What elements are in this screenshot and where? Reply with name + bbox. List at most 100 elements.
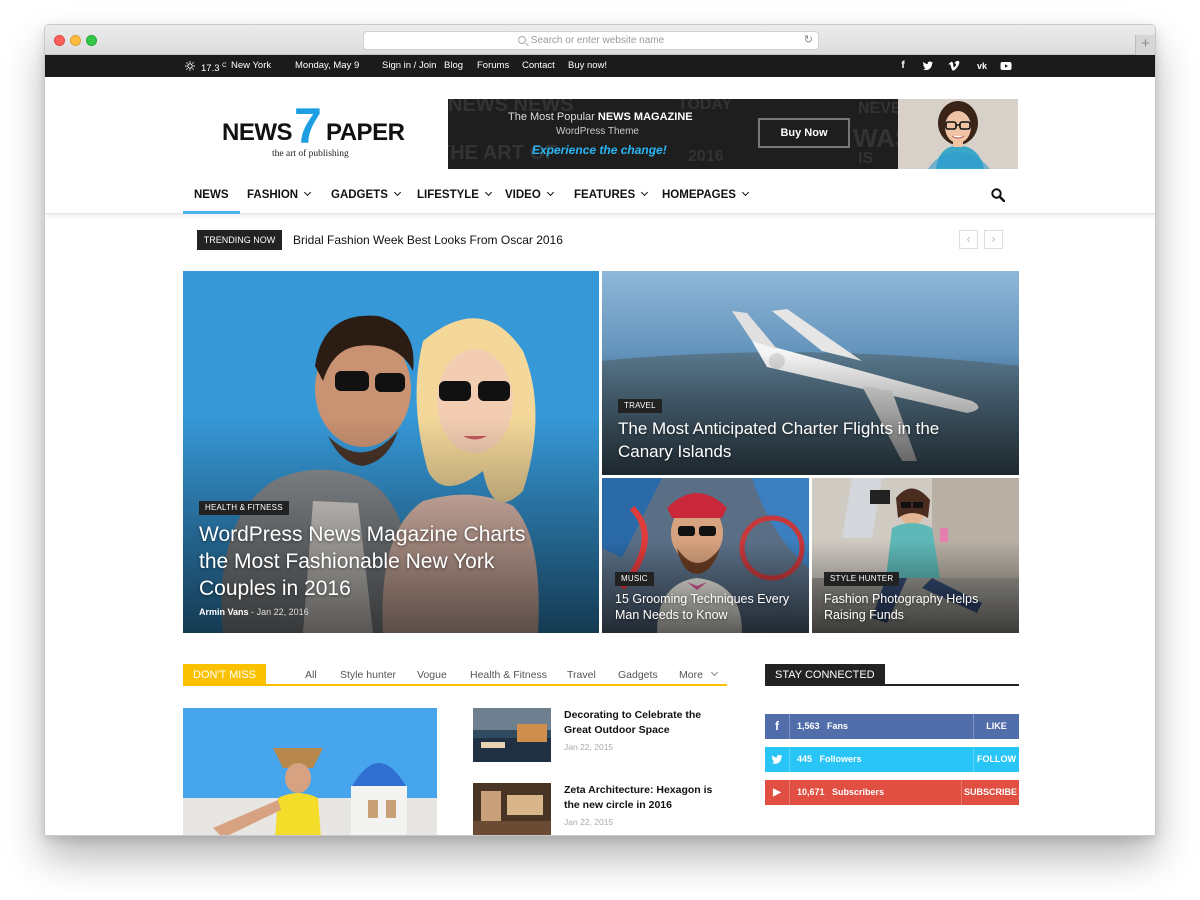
search-icon[interactable] — [991, 188, 1005, 202]
article-date: Jan 22, 2015 — [564, 817, 614, 827]
top-bar: 17.3 C New York Monday, May 9 Sign in / … — [45, 55, 1155, 77]
youtube-subscribers-row[interactable]: ▶ 10,671 Subscribers SUBSCRIBE — [765, 780, 1019, 805]
twitter-icon[interactable] — [922, 60, 934, 72]
site-header: NEWS 7 PAPER the art of publishing NEWS … — [45, 77, 1155, 177]
minimize-window-button[interactable] — [70, 35, 81, 46]
maximize-window-button[interactable] — [86, 35, 97, 46]
contact-link[interactable]: Contact — [522, 55, 555, 77]
featured-travel-tile[interactable]: TRAVEL The Most Anticipated Charter Flig… — [602, 271, 1019, 475]
dont-miss-header: DON'T MISS All Style hunter Vogue Health… — [183, 664, 727, 686]
nav-fashion[interactable]: FASHION — [247, 177, 312, 214]
chevron-down-icon — [484, 188, 493, 197]
chevron-down-icon — [393, 188, 401, 197]
tab-gadgets[interactable]: Gadgets — [618, 664, 658, 686]
twitter-count: 445 Followers — [797, 754, 862, 764]
tile-category[interactable]: MUSIC — [615, 572, 654, 586]
facebook-count: 1,563 Fans — [797, 721, 849, 731]
vimeo-icon[interactable] — [948, 60, 960, 72]
logo-number: 7 — [294, 98, 322, 154]
chevron-down-icon — [741, 188, 749, 197]
tile-title[interactable]: The Most Anticipated Charter Flights in … — [618, 417, 978, 463]
search-icon — [517, 36, 526, 44]
dont-miss-label: DON'T MISS — [183, 664, 267, 686]
nav-features[interactable]: FEATURES — [574, 177, 649, 214]
vk-icon[interactable]: vk — [974, 60, 990, 72]
tile-category[interactable]: TRAVEL — [618, 399, 662, 413]
tile-title[interactable]: WordPress News Magazine Charts the Most … — [199, 521, 559, 602]
youtube-icon: ▶ — [765, 780, 790, 805]
chevron-down-icon — [641, 188, 649, 197]
trending-title[interactable]: Bridal Fashion Week Best Looks From Osca… — [293, 230, 563, 250]
site-logo[interactable]: NEWS 7 PAPER the art of publishing — [222, 99, 412, 161]
tab-travel[interactable]: Travel — [567, 664, 596, 686]
tab-vogue[interactable]: Vogue — [417, 664, 447, 686]
youtube-count: 10,671 Subscribers — [797, 787, 885, 797]
stay-connected-label: STAY CONNECTED — [765, 664, 885, 686]
subscribe-button[interactable]: SUBSCRIBE — [961, 780, 1019, 805]
trending-bar: TRENDING NOW Bridal Fashion Week Best Lo… — [45, 214, 1155, 270]
outdoor-space-photo — [473, 708, 551, 762]
tile-meta: Armin Vans - Jan 22, 2016 — [199, 607, 309, 617]
tab-style-hunter[interactable]: Style hunter — [340, 664, 396, 686]
forums-link[interactable]: Forums — [477, 55, 509, 77]
article-thumbnail[interactable] — [473, 708, 551, 762]
trending-next-button[interactable]: › — [984, 230, 1003, 249]
nav-video[interactable]: VIDEO — [505, 177, 554, 214]
signin-link[interactable]: Sign in / Join — [382, 55, 436, 77]
article-date: Jan 22, 2015 — [564, 742, 614, 752]
featured-style-tile[interactable]: STYLE HUNTER Fashion Photography Helps R… — [812, 478, 1019, 633]
follow-button[interactable]: FOLLOW — [973, 747, 1019, 772]
trending-prev-button[interactable]: ‹ — [959, 230, 978, 249]
blog-link[interactable]: Blog — [444, 55, 463, 77]
like-button[interactable]: LIKE — [973, 714, 1019, 739]
twitter-followers-row[interactable]: 445 Followers FOLLOW — [765, 747, 1019, 772]
tab-more[interactable]: More — [679, 664, 718, 686]
chevron-down-icon — [710, 668, 718, 677]
tile-category[interactable]: HEALTH & FITNESS — [199, 501, 289, 515]
reload-icon[interactable]: ↻ — [804, 32, 813, 49]
tab-all[interactable]: All — [305, 664, 317, 686]
article-thumbnail[interactable] — [473, 783, 551, 835]
santorini-woman-photo — [183, 708, 437, 835]
logo-tagline: the art of publishing — [272, 149, 349, 159]
architecture-photo — [473, 783, 551, 835]
banner-subline: WordPress Theme — [556, 126, 639, 137]
logo-word-news: NEWS — [222, 119, 293, 146]
article-title[interactable]: Decorating to Celebrate the Great Outdoo… — [564, 708, 724, 738]
tile-title[interactable]: Fashion Photography Helps Raising Funds — [824, 591, 1009, 623]
nav-homepages[interactable]: HOMEPAGES — [662, 177, 749, 214]
header-ad-banner[interactable]: NEWS NEWS THE ART OF TODAY 2016 NEVER WA… — [448, 99, 1018, 169]
tile-category[interactable]: STYLE HUNTER — [824, 572, 900, 586]
main-nav: NEWS FASHION GADGETS LIFESTYLE VIDEO FEA… — [45, 177, 1155, 214]
featured-main-tile[interactable]: HEALTH & FITNESS WordPress News Magazine… — [183, 271, 599, 633]
banner-woman-image — [898, 99, 1018, 169]
buy-now-link[interactable]: Buy now! — [568, 55, 607, 77]
dont-miss-main-image[interactable] — [183, 708, 437, 835]
close-window-button[interactable] — [54, 35, 65, 46]
featured-music-tile[interactable]: MUSIC 15 Grooming Techniques Every Man N… — [602, 478, 809, 633]
nav-news[interactable]: NEWS — [183, 177, 240, 214]
featured-grid: HEALTH & FITNESS WordPress News Magazine… — [183, 271, 1019, 633]
facebook-fans-row[interactable]: f 1,563 Fans LIKE — [765, 714, 1019, 739]
facebook-icon[interactable]: f — [897, 60, 909, 72]
tile-title[interactable]: 15 Grooming Techniques Every Man Needs t… — [615, 591, 800, 623]
new-tab-button[interactable]: + — [1135, 35, 1155, 55]
browser-window: Search or enter website name ↻ + 17.3 C … — [44, 24, 1156, 836]
stay-connected-header: STAY CONNECTED — [765, 664, 1019, 686]
dont-miss-article-2[interactable]: Zeta Architecture: Hexagon is the new ci… — [473, 783, 733, 835]
bottom-section: DON'T MISS All Style hunter Vogue Health… — [45, 640, 1155, 835]
youtube-icon[interactable] — [1000, 60, 1012, 72]
twitter-icon — [771, 747, 790, 772]
dont-miss-article-1[interactable]: Decorating to Celebrate the Great Outdoo… — [473, 708, 733, 768]
banner-buy-now-button[interactable]: Buy Now — [758, 118, 850, 148]
nav-gadgets[interactable]: GADGETS — [331, 177, 401, 214]
logo-word-paper: PAPER — [326, 119, 405, 146]
browser-toolbar: Search or enter website name ↻ + — [45, 25, 1155, 55]
chevron-down-icon — [304, 188, 312, 197]
nav-lifestyle[interactable]: LIFESTYLE — [417, 177, 493, 214]
tab-health-fitness[interactable]: Health & Fitness — [470, 664, 547, 686]
address-bar[interactable]: Search or enter website name ↻ — [363, 31, 819, 50]
article-title[interactable]: Zeta Architecture: Hexagon is the new ci… — [564, 783, 724, 813]
facebook-icon: f — [765, 714, 790, 739]
chevron-down-icon — [546, 188, 554, 197]
